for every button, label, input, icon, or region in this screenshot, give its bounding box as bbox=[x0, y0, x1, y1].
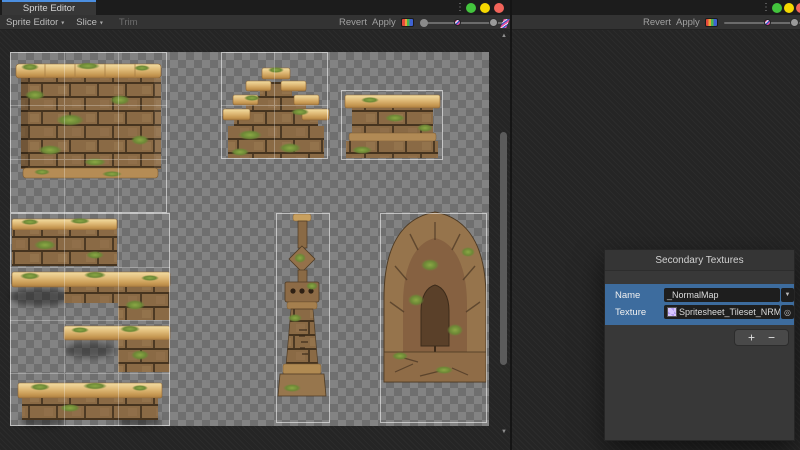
sprite-strip-row2[interactable] bbox=[10, 272, 170, 321]
color-channel-toggle-icon[interactable] bbox=[705, 18, 718, 27]
right-title-bar: ⋮ bbox=[512, 0, 800, 15]
secondary-texture-entry[interactable]: Name _NormalMap ▼ Texture Spritesheet_Ti… bbox=[605, 284, 794, 325]
slider-track[interactable] bbox=[724, 22, 800, 24]
texture-object-field[interactable]: Spritesheet_Tileset_NRM bbox=[664, 305, 780, 319]
window-button-yellow[interactable] bbox=[784, 3, 794, 13]
window-menu-icon[interactable]: ⋮ bbox=[761, 3, 771, 13]
slider-marker-icon bbox=[764, 19, 771, 26]
sprite-editor-screen: Sprite Editor ⋮ Sprite Editor ▾ Slice ▾ … bbox=[0, 0, 800, 450]
list-footer-buttons: + − bbox=[734, 329, 789, 346]
name-label: Name bbox=[615, 290, 664, 301]
sprite-editor-window: Sprite Editor ⋮ Sprite Editor ▾ Slice ▾ … bbox=[0, 0, 510, 450]
slider-knob[interactable] bbox=[790, 18, 799, 27]
remove-entry-button[interactable]: − bbox=[768, 331, 775, 343]
vertical-scrollbar-handle[interactable] bbox=[500, 132, 507, 365]
texture-thumbnail-icon bbox=[667, 307, 677, 317]
window-button-red[interactable] bbox=[796, 3, 800, 13]
name-dropdown[interactable]: _NormalMap bbox=[664, 288, 780, 302]
secondary-textures-panel: Secondary Textures Name _NormalMap ▼ Tex… bbox=[604, 249, 795, 441]
apply-button[interactable]: Apply bbox=[670, 15, 706, 30]
add-entry-button[interactable]: + bbox=[748, 331, 755, 343]
mip-slider[interactable] bbox=[722, 15, 800, 30]
window-button-green[interactable] bbox=[772, 3, 782, 13]
sprite-pedestal[interactable] bbox=[345, 95, 440, 158]
sprite-sheet-canvas[interactable] bbox=[0, 0, 510, 450]
object-picker-button[interactable]: ◎ bbox=[781, 305, 794, 319]
scroll-up-icon[interactable]: ▲ bbox=[500, 33, 508, 39]
right-toolbar: Revert Apply bbox=[512, 15, 800, 30]
scroll-down-icon[interactable]: ▼ bbox=[500, 429, 508, 435]
sprite-strip-row3[interactable] bbox=[64, 326, 170, 373]
object-picker-icon: ◎ bbox=[784, 308, 791, 317]
sprite-wall[interactable] bbox=[16, 63, 161, 179]
panel-title: Secondary Textures bbox=[605, 250, 794, 271]
sprite-pyramid[interactable] bbox=[223, 67, 329, 158]
sprite-arch[interactable] bbox=[384, 212, 486, 382]
name-dropdown-button[interactable]: ▼ bbox=[781, 288, 794, 302]
sprite-column[interactable] bbox=[278, 214, 326, 396]
sprite-strip-row4[interactable] bbox=[18, 383, 162, 428]
texture-label: Texture bbox=[615, 307, 664, 318]
caret-down-icon: ▼ bbox=[785, 292, 791, 298]
